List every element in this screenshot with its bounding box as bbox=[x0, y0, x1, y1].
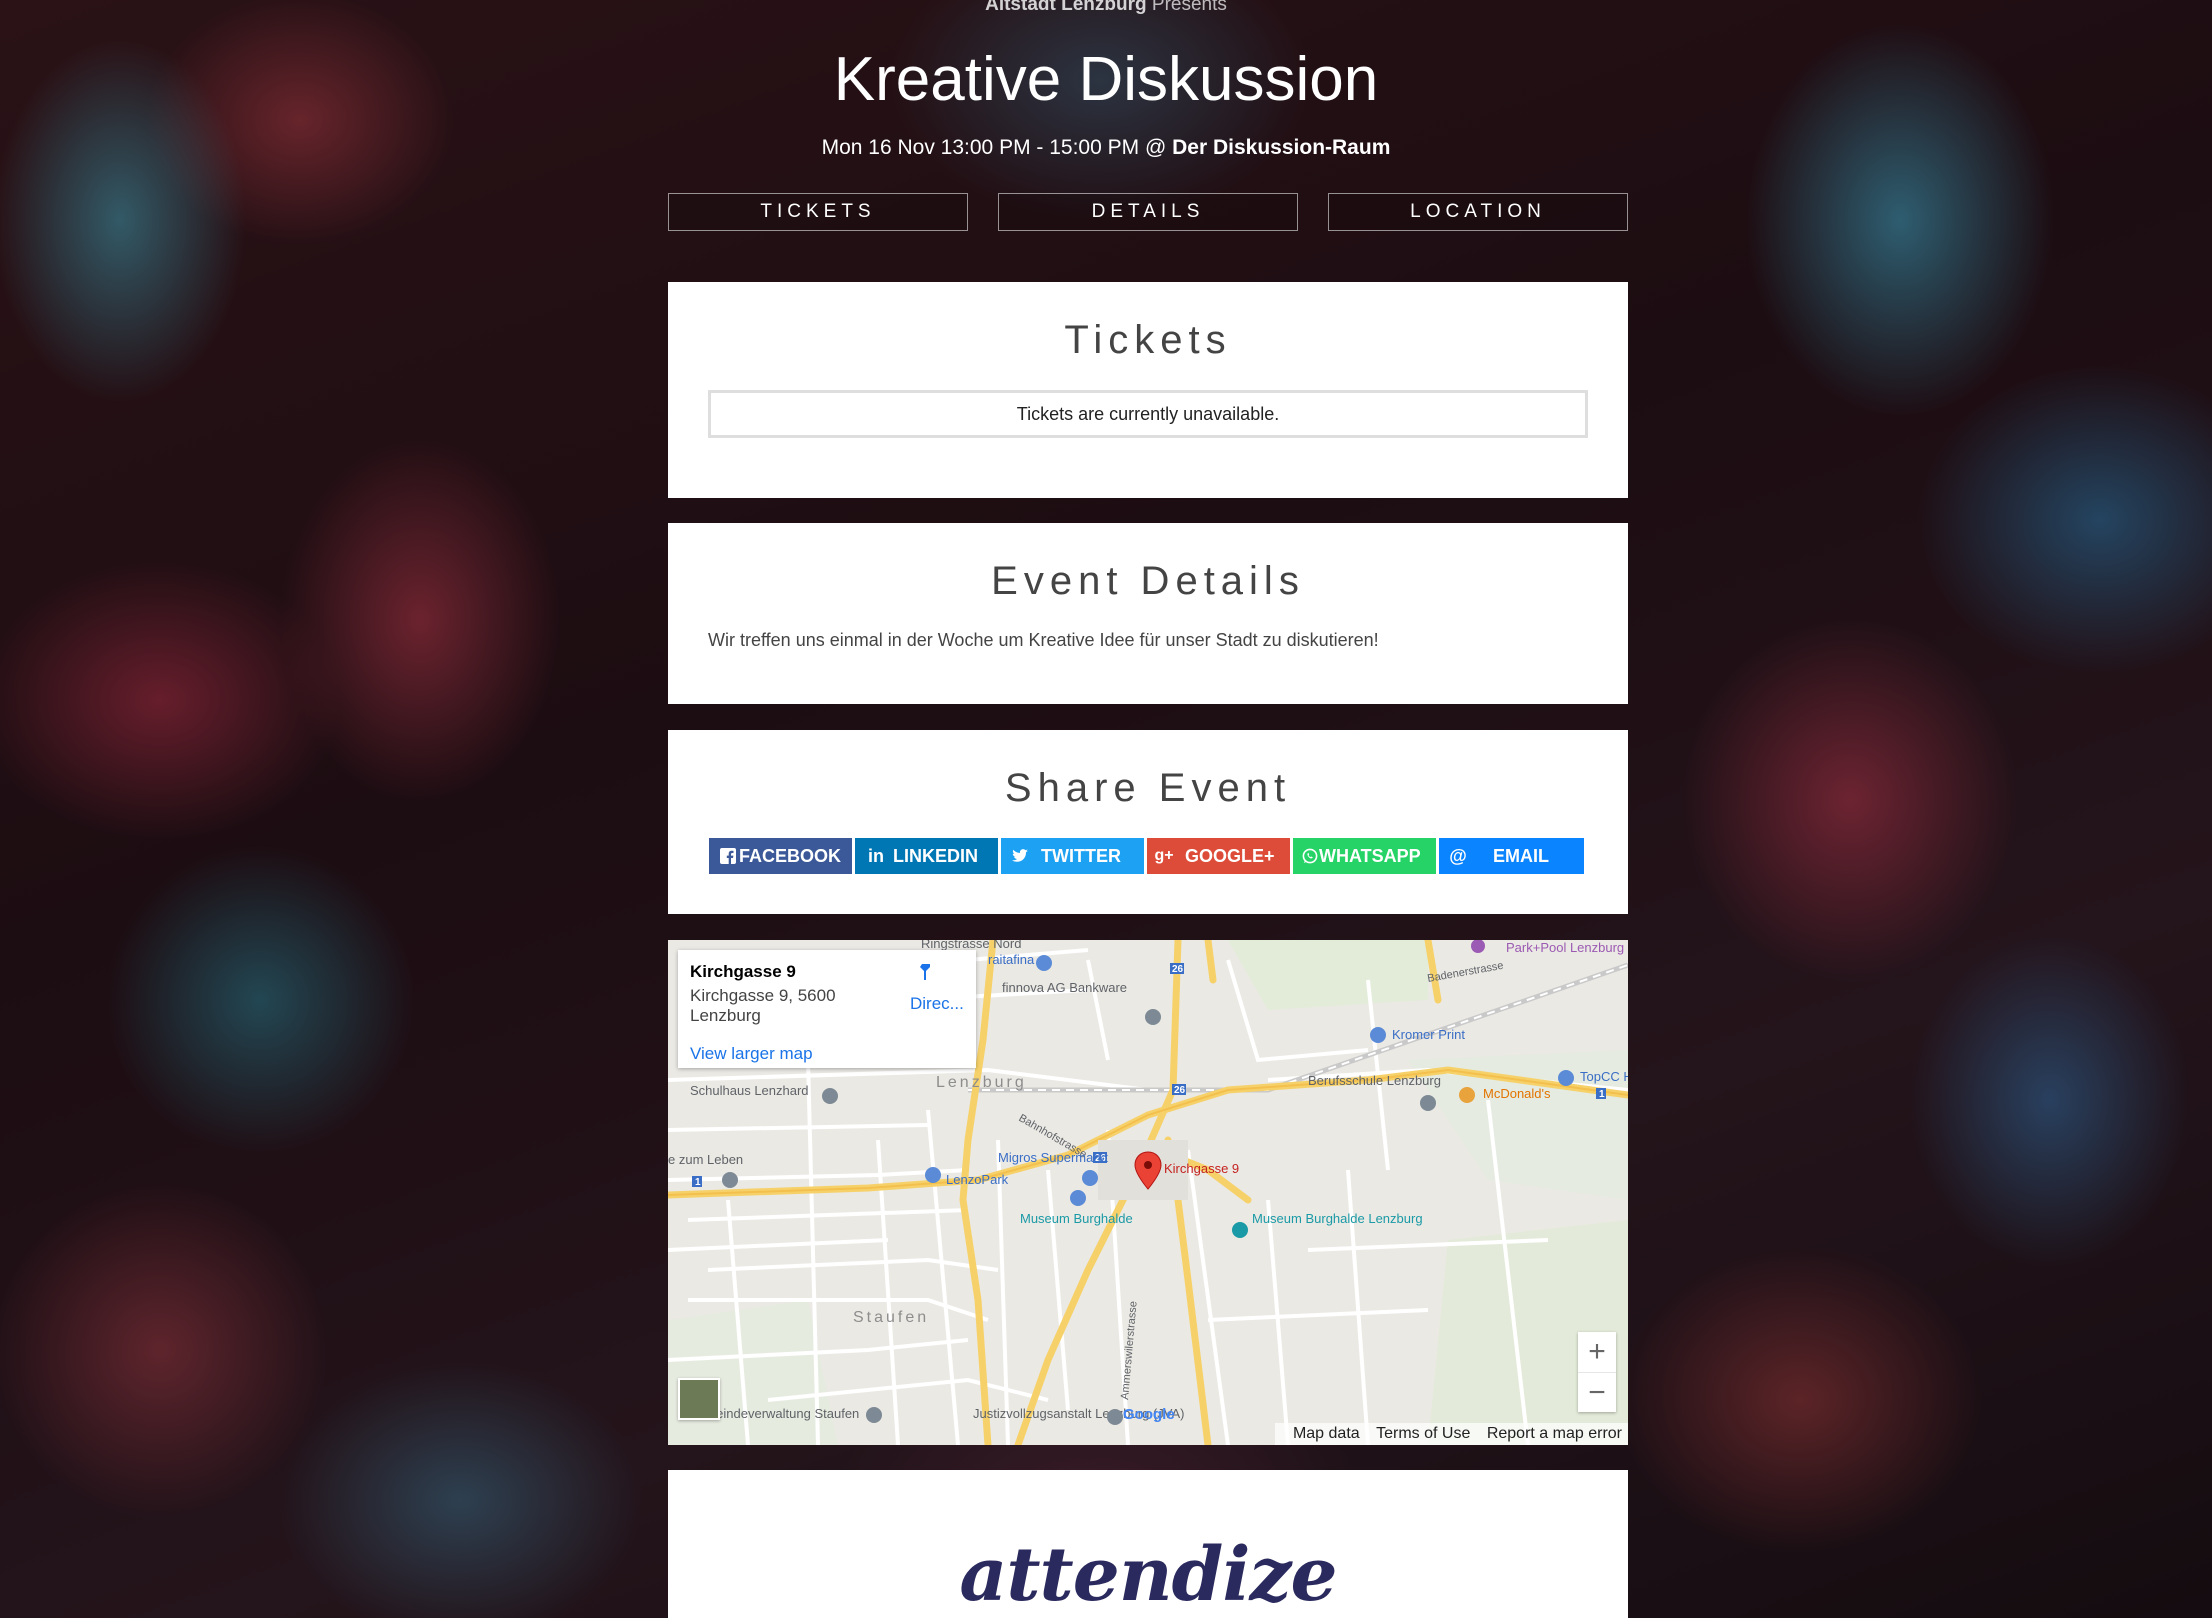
svg-text:McDonald's: McDonald's bbox=[1483, 1086, 1551, 1101]
directions-link[interactable]: Direc... bbox=[910, 994, 964, 1014]
map-zoom-control: + − bbox=[1578, 1332, 1616, 1412]
event-venue: Der Diskussion-Raum bbox=[1172, 136, 1391, 159]
event-page: Altstadt Lenzburg Presents Kreative Disk… bbox=[0, 0, 2212, 1618]
share-email-button[interactable]: @ EMAIL bbox=[1439, 838, 1584, 874]
share-panel: Share Event FACEBOOK in LINKEDIN TWITTER… bbox=[668, 730, 1628, 914]
twitter-icon bbox=[1009, 838, 1031, 875]
zoom-in-button[interactable]: + bbox=[1578, 1332, 1616, 1372]
svg-text:Museum Burghalde Lenzburg: Museum Burghalde Lenzburg bbox=[1252, 1211, 1423, 1226]
event-datetime: Mon 16 Nov 13:00 PM - 15:00 PM bbox=[821, 136, 1140, 159]
svg-text:e zum Leben: e zum Leben bbox=[668, 1152, 743, 1167]
location-map[interactable]: 26 26 26 1 1 Ringstrasse Nord Park+Pool … bbox=[668, 940, 1628, 1445]
map-data-link[interactable]: Map data bbox=[1293, 1425, 1360, 1442]
svg-text:1: 1 bbox=[1599, 1089, 1605, 1100]
nav-tickets-button[interactable]: TICKETS bbox=[668, 193, 968, 231]
svg-text:Museum Burghalde: Museum Burghalde bbox=[1020, 1211, 1133, 1226]
presents-label: Presents bbox=[1151, 0, 1227, 15]
footer-panel: attendize bbox=[668, 1470, 1628, 1618]
svg-text:TopCC Her: TopCC Her bbox=[1580, 1069, 1628, 1084]
at-sign: @ bbox=[1144, 136, 1167, 159]
svg-text:26: 26 bbox=[1174, 1085, 1186, 1096]
place-title: Kirchgasse 9 bbox=[690, 962, 796, 981]
svg-text:Migros Supermarkt: Migros Supermarkt bbox=[998, 1150, 1108, 1165]
whatsapp-icon bbox=[1299, 838, 1321, 876]
share-google-plus-label: GOOGLE+ bbox=[1185, 846, 1275, 866]
directions-icon[interactable] bbox=[916, 962, 940, 982]
event-title: Kreative Diskussion bbox=[833, 45, 1379, 114]
event-meta: Mon 16 Nov 13:00 PM - 15:00 PM @ Der Dis… bbox=[0, 136, 2212, 160]
zoom-out-button[interactable]: − bbox=[1578, 1372, 1616, 1413]
share-google-plus-button[interactable]: g+ GOOGLE+ bbox=[1147, 838, 1290, 874]
google-logo: Google bbox=[1123, 1406, 1175, 1423]
svg-text:26: 26 bbox=[1172, 964, 1184, 975]
view-larger-map-link[interactable]: View larger map bbox=[690, 1044, 813, 1064]
terms-link[interactable]: Terms of Use bbox=[1376, 1425, 1470, 1442]
event-description: Wir treffen uns einmal in der Woche um K… bbox=[708, 630, 1379, 650]
svg-text:Kromer Print: Kromer Print bbox=[1392, 1027, 1465, 1042]
tickets-heading: Tickets bbox=[1064, 318, 1232, 362]
tickets-unavailable-notice: Tickets are currently unavailable. bbox=[708, 390, 1588, 438]
share-twitter-button[interactable]: TWITTER bbox=[1001, 838, 1144, 874]
share-facebook-label: FACEBOOK bbox=[739, 846, 842, 866]
share-twitter-label: TWITTER bbox=[1041, 846, 1121, 866]
event-details-panel: Event Details Wir treffen uns einmal in … bbox=[668, 523, 1628, 704]
svg-text:Berufsschule Lenzburg: Berufsschule Lenzburg bbox=[1308, 1073, 1441, 1088]
tickets-panel: Tickets Tickets are currently unavailabl… bbox=[668, 282, 1628, 498]
marker-label: Kirchgasse 9 bbox=[1164, 1161, 1239, 1176]
nav-details-button[interactable]: DETAILS bbox=[998, 193, 1298, 231]
place-info-card: Kirchgasse 9 Kirchgasse 9, 5600 Lenzburg… bbox=[678, 950, 976, 1068]
svg-text:Lenzburg: Lenzburg bbox=[936, 1074, 1027, 1091]
share-buttons: FACEBOOK in LINKEDIN TWITTER g+ GOOGLE+ bbox=[709, 838, 1589, 874]
svg-text:Staufen: Staufen bbox=[853, 1309, 929, 1326]
map-footer: Map data Terms of Use Report a map error bbox=[1274, 1423, 1628, 1445]
share-whatsapp-label: WHATSAPP bbox=[1319, 846, 1421, 866]
share-facebook-button[interactable]: FACEBOOK bbox=[709, 838, 852, 874]
organiser-presents: Altstadt Lenzburg Presents bbox=[0, 0, 2212, 16]
share-linkedin-button[interactable]: in LINKEDIN bbox=[855, 838, 998, 874]
place-address: Kirchgasse 9, 5600 Lenzburg bbox=[690, 986, 836, 1025]
event-details-heading: Event Details bbox=[991, 559, 1305, 603]
share-whatsapp-button[interactable]: WHATSAPP bbox=[1293, 838, 1436, 874]
report-error-link[interactable]: Report a map error bbox=[1487, 1425, 1622, 1442]
at-icon: @ bbox=[1449, 846, 1467, 866]
svg-text:raitafina: raitafina bbox=[988, 952, 1035, 967]
svg-text:1: 1 bbox=[695, 1177, 701, 1188]
nav-location-button[interactable]: LOCATION bbox=[1328, 193, 1628, 231]
share-linkedin-label: LINKEDIN bbox=[893, 846, 978, 866]
share-heading: Share Event bbox=[1004, 766, 1292, 810]
linkedin-icon: in bbox=[868, 846, 884, 866]
satellite-toggle-button[interactable] bbox=[678, 1378, 720, 1420]
section-nav: TICKETS DETAILS LOCATION bbox=[668, 193, 1628, 231]
google-plus-icon: g+ bbox=[1154, 847, 1174, 864]
organiser-name[interactable]: Altstadt Lenzburg bbox=[985, 0, 1147, 15]
svg-text:Park+Pool Lenzburg: Park+Pool Lenzburg bbox=[1506, 940, 1624, 955]
facebook-icon bbox=[717, 838, 739, 876]
share-email-label: EMAIL bbox=[1493, 846, 1549, 866]
svg-text:LenzoPark: LenzoPark bbox=[946, 1172, 1009, 1187]
svg-text:finnova AG Bankware: finnova AG Bankware bbox=[1002, 980, 1127, 995]
svg-text:Schulhaus Lenzhard: Schulhaus Lenzhard bbox=[690, 1083, 809, 1098]
attendize-logo[interactable]: attendize bbox=[668, 1532, 1628, 1618]
